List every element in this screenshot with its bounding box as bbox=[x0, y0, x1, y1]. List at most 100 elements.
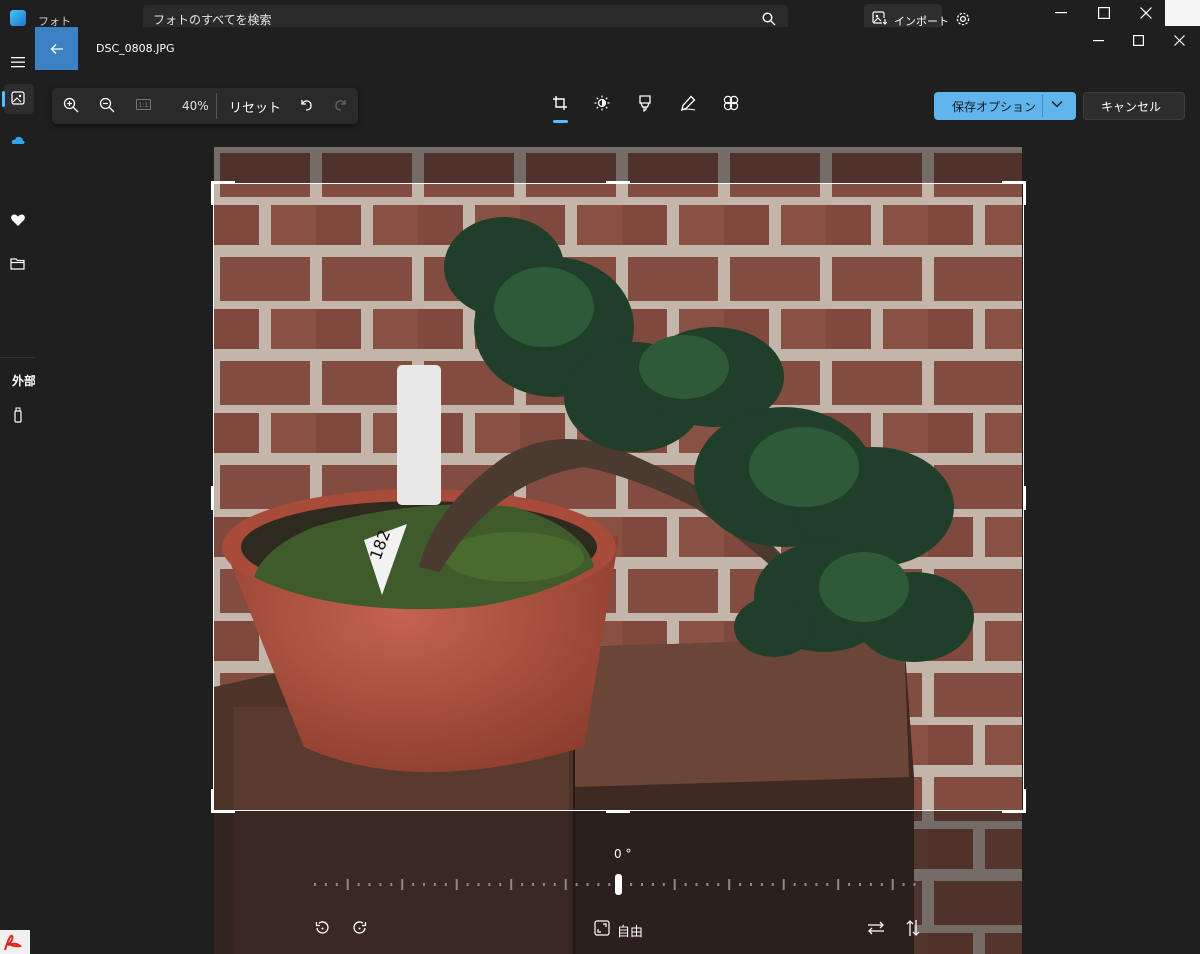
crop-handle-bottom-left[interactable] bbox=[211, 810, 235, 813]
close-icon[interactable] bbox=[1174, 35, 1185, 46]
crop-handle-left-middle[interactable] bbox=[211, 486, 214, 510]
cancel-label: キャンセル bbox=[1101, 100, 1162, 114]
slider-minor-tick bbox=[651, 883, 654, 886]
crop-handle-bottom-left-v[interactable] bbox=[211, 789, 214, 813]
crop-handle-bottom-middle[interactable] bbox=[606, 810, 630, 813]
slider-minor-tick bbox=[368, 883, 371, 886]
slider-minor-tick bbox=[869, 883, 872, 886]
slider-major-tick bbox=[782, 879, 785, 890]
filter-icon[interactable] bbox=[723, 95, 739, 111]
slider-minor-tick bbox=[630, 883, 633, 886]
slider-major-tick bbox=[728, 879, 731, 890]
crop-handle-top-left-v[interactable] bbox=[211, 181, 214, 205]
background-close-icon[interactable] bbox=[1140, 7, 1152, 19]
slider-major-tick bbox=[346, 879, 349, 890]
slider-minor-tick bbox=[913, 883, 916, 886]
slider-minor-tick bbox=[848, 883, 851, 886]
sidebar-section-label: 外部 bbox=[12, 374, 37, 388]
background-maximize-icon[interactable] bbox=[1098, 7, 1110, 19]
redo-icon[interactable] bbox=[334, 98, 348, 112]
acrobat-taskbar-icon[interactable] bbox=[0, 930, 30, 954]
arrow-left-icon bbox=[50, 43, 63, 54]
slider-major-tick bbox=[510, 879, 513, 890]
zoom-out-icon[interactable] bbox=[99, 97, 115, 113]
flip-horizontal-icon[interactable] bbox=[867, 920, 885, 936]
slider-minor-tick bbox=[641, 883, 643, 886]
slider-minor-tick bbox=[379, 883, 382, 886]
gallery-icon[interactable] bbox=[0, 91, 35, 105]
slider-minor-tick bbox=[608, 883, 611, 886]
zoom-in-icon[interactable] bbox=[63, 97, 79, 113]
slider-minor-tick bbox=[488, 883, 491, 886]
slider-minor-tick bbox=[771, 883, 774, 886]
background-minimize-icon[interactable] bbox=[1055, 12, 1067, 14]
slider-major-tick bbox=[564, 879, 567, 890]
slider-minor-tick bbox=[739, 883, 742, 886]
slider-minor-tick bbox=[314, 883, 316, 886]
crop-tool-icon[interactable] bbox=[552, 95, 568, 111]
rotate-right-icon[interactable] bbox=[352, 920, 368, 936]
slider-minor-tick bbox=[575, 883, 578, 886]
save-options-label: 保存オプション bbox=[952, 100, 1037, 114]
zoom-level: 40% bbox=[182, 99, 209, 113]
actual-size-icon[interactable]: 1:1 bbox=[136, 99, 151, 110]
save-split-divider bbox=[1042, 95, 1043, 117]
aspect-ratio-label[interactable]: 自由 bbox=[617, 921, 643, 940]
usb-device-icon[interactable] bbox=[0, 407, 35, 423]
rotate-left-icon[interactable] bbox=[314, 920, 330, 936]
markup-highlighter-icon[interactable] bbox=[638, 95, 652, 112]
maximize-icon[interactable] bbox=[1133, 35, 1144, 46]
undo-icon[interactable] bbox=[299, 98, 313, 112]
toolbar-divider bbox=[216, 93, 217, 119]
slider-minor-tick bbox=[695, 883, 698, 886]
slider-major-tick bbox=[401, 879, 404, 890]
slider-major-tick bbox=[455, 879, 458, 890]
rotation-slider-thumb[interactable] bbox=[615, 874, 622, 895]
slider-minor-tick bbox=[521, 883, 524, 886]
slider-minor-tick bbox=[324, 883, 327, 886]
crop-frame[interactable] bbox=[213, 183, 1024, 811]
svg-text:1:1: 1:1 bbox=[139, 102, 149, 109]
slider-minor-tick bbox=[466, 883, 469, 886]
slider-minor-tick bbox=[750, 883, 752, 886]
slider-minor-tick bbox=[902, 883, 905, 886]
favorites-heart-icon[interactable] bbox=[0, 213, 35, 227]
onedrive-icon[interactable] bbox=[0, 136, 35, 145]
slider-minor-tick bbox=[597, 883, 600, 886]
slider-minor-tick bbox=[706, 883, 709, 886]
folder-icon[interactable] bbox=[0, 257, 35, 270]
flip-vertical-icon[interactable] bbox=[905, 919, 921, 937]
active-tool-indicator bbox=[553, 120, 568, 123]
slider-minor-tick bbox=[760, 883, 763, 886]
hamburger-menu-icon[interactable] bbox=[0, 56, 35, 68]
slider-minor-tick bbox=[815, 883, 818, 886]
photos-app-icon bbox=[10, 10, 26, 26]
slider-minor-tick bbox=[662, 883, 665, 886]
minimize-icon[interactable] bbox=[1093, 40, 1104, 42]
slider-minor-tick bbox=[586, 883, 589, 886]
gear-icon[interactable] bbox=[955, 11, 971, 27]
aspect-ratio-icon[interactable] bbox=[594, 920, 610, 936]
draw-pen-icon[interactable] bbox=[680, 95, 696, 111]
slider-minor-tick bbox=[793, 883, 796, 886]
crop-dim-top bbox=[214, 147, 1022, 184]
import-icon bbox=[872, 11, 888, 25]
crop-handle-top-right-v[interactable] bbox=[1023, 181, 1026, 205]
slider-minor-tick bbox=[553, 883, 556, 886]
back-button[interactable] bbox=[35, 27, 78, 70]
crop-handle-top-left[interactable] bbox=[211, 181, 235, 184]
reset-button[interactable]: リセット bbox=[229, 97, 281, 116]
crop-handle-bottom-right-v[interactable] bbox=[1023, 789, 1026, 813]
slider-minor-tick bbox=[423, 883, 425, 886]
slider-major-tick bbox=[891, 879, 894, 890]
adjust-brightness-icon[interactable] bbox=[594, 95, 610, 111]
slider-minor-tick bbox=[859, 883, 861, 886]
file-name-title: DSC_0808.JPG bbox=[96, 42, 175, 55]
sidebar-divider bbox=[0, 357, 35, 358]
chevron-down-icon[interactable] bbox=[1051, 100, 1063, 108]
crop-handle-right-middle[interactable] bbox=[1023, 486, 1026, 510]
crop-handle-top-middle[interactable] bbox=[606, 181, 630, 184]
search-icon[interactable] bbox=[762, 12, 776, 26]
slider-minor-tick bbox=[542, 883, 545, 886]
background-sidebar bbox=[0, 28, 35, 954]
